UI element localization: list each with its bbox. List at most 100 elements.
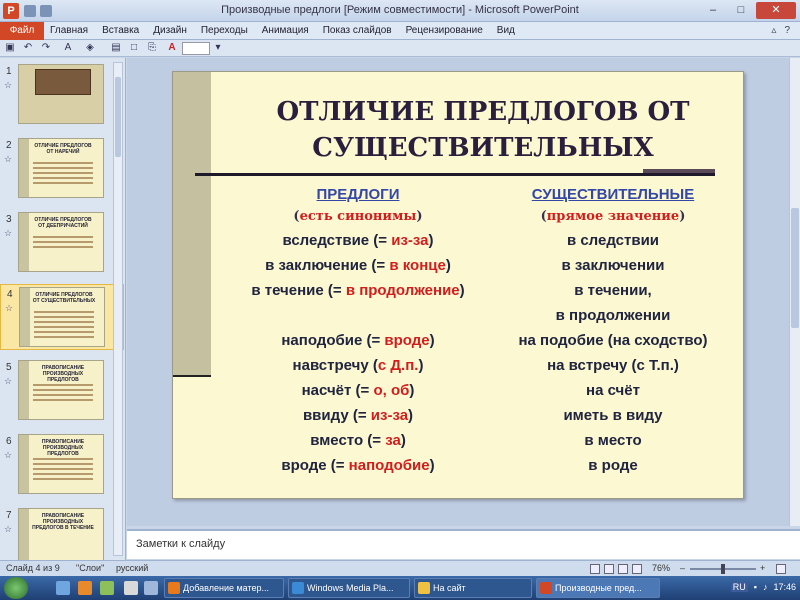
prepositions-subheader: (есть синонимы) bbox=[293, 209, 423, 224]
slide-canvas[interactable]: ОТЛИЧИЕ ПРЕДЛОГОВ ОТ СУЩЕСТВИТЕЛЬНЫХ ПРЕ… bbox=[172, 71, 744, 499]
thumbnail-number: 4 bbox=[7, 289, 13, 300]
media-icon[interactable] bbox=[78, 581, 92, 595]
slide-thumbnail-1[interactable]: 1 ☆ bbox=[0, 62, 124, 128]
tab-slideshow[interactable]: Показ слайдов bbox=[323, 25, 392, 36]
prepositions-column[interactable]: ПРЕДЛОГИ (есть синонимы) вследствие (= и… bbox=[218, 184, 498, 478]
thumbnail-title: ПРАВОПИСАНИЕ ПРОИЗВОДНЫХ ПРЕДЛОГОВ В ТЕЧ… bbox=[32, 513, 94, 531]
thumbnail-number: 3 bbox=[6, 214, 12, 225]
noun-row: в течении, bbox=[574, 282, 652, 299]
font-size-increase-icon[interactable]: A bbox=[62, 42, 74, 54]
title-bar: P Производные предлоги [Режим совместимо… bbox=[0, 0, 800, 22]
slide-title-line-1: ОТЛИЧИЕ ПРЕДЛОГОВ ОТ bbox=[276, 97, 690, 127]
zoom-in-button[interactable]: + bbox=[760, 563, 765, 573]
network-icon[interactable]: ▪ bbox=[754, 582, 757, 592]
thumbnail-number: 2 bbox=[6, 140, 12, 151]
ribbon-tab-bar: Файл Главная Вставка Дизайн Переходы Ани… bbox=[0, 22, 800, 40]
shape-icon[interactable]: □ bbox=[128, 42, 140, 54]
nouns-header: СУЩЕСТВИТЕЛЬНЫЕ bbox=[531, 186, 695, 203]
taskbar-task-active[interactable]: Производные пред... bbox=[536, 578, 660, 598]
animation-star-icon: ☆ bbox=[4, 524, 13, 534]
slide-thumbnail-6[interactable]: 6 ☆ ПРАВОПИСАНИЕ ПРОИЗВОДНЫХ ПРЕДЛОГОВ bbox=[0, 432, 124, 498]
thumbnail-title: ОТЛИЧИЕ ПРЕДЛОГОВ ОТ ДЕЕПРИЧАСТИЙ bbox=[34, 217, 92, 229]
explorer-icon[interactable] bbox=[56, 581, 70, 595]
zoom-slider-thumb[interactable] bbox=[721, 564, 725, 574]
notes-pane[interactable]: Заметки к слайду bbox=[127, 529, 800, 559]
taskbar-task[interactable]: Windows Media Pla... bbox=[288, 578, 410, 598]
clock[interactable]: 17:46 bbox=[773, 582, 796, 592]
slide-sorter-icon[interactable] bbox=[604, 564, 614, 574]
font-size-field[interactable] bbox=[182, 42, 210, 55]
copy-icon[interactable]: ⎘ bbox=[146, 42, 158, 54]
zoom-out-button[interactable]: – bbox=[680, 563, 685, 573]
preposition-row: вместо (= за) bbox=[310, 432, 406, 449]
noun-row: иметь в виду bbox=[563, 407, 663, 424]
title-underline bbox=[195, 173, 715, 176]
undo-icon[interactable]: ↶ bbox=[22, 42, 34, 54]
maximize-button[interactable]: □ bbox=[728, 2, 754, 19]
preposition-row: в течение (= в продолжение) bbox=[251, 282, 465, 299]
volume-icon[interactable]: ♪ bbox=[763, 582, 768, 592]
minimize-button[interactable]: – bbox=[700, 2, 726, 19]
thumbnail-number: 6 bbox=[6, 436, 12, 447]
noun-row: в заключении bbox=[561, 257, 665, 274]
slide-thumbnail-4[interactable]: 4 ☆ ОТЛИЧИЕ ПРЕДЛОГОВ ОТ СУЩЕСТВИТЕЛЬНЫХ bbox=[0, 284, 124, 350]
animation-star-icon: ☆ bbox=[4, 450, 13, 460]
font-color-icon[interactable]: A bbox=[166, 42, 178, 54]
preposition-row: вроде (= наподобие) bbox=[281, 457, 435, 474]
slide-title[interactable]: ОТЛИЧИЕ ПРЕДЛОГОВ ОТ СУЩЕСТВИТЕЛЬНЫХ bbox=[233, 94, 733, 166]
thumbnails-scrollbar[interactable] bbox=[113, 62, 123, 556]
redo-icon[interactable]: ↷ bbox=[40, 42, 52, 54]
noun-row: в продолжении bbox=[555, 307, 671, 324]
new-slide-icon[interactable]: ▤ bbox=[110, 42, 122, 54]
tab-animation[interactable]: Анимация bbox=[262, 25, 309, 36]
browser-icon[interactable] bbox=[100, 581, 114, 595]
nouns-column[interactable]: СУЩЕСТВИТЕЛЬНЫЕ (прямое значение) в след… bbox=[473, 184, 753, 478]
animation-star-icon: ☆ bbox=[4, 228, 13, 238]
language-indicator[interactable]: русский bbox=[116, 563, 148, 573]
preposition-row: в заключение (= в конце) bbox=[265, 257, 451, 274]
tab-home[interactable]: Главная bbox=[50, 25, 88, 36]
taskbar: Добавление матер... Windows Media Pla...… bbox=[0, 576, 800, 600]
animation-star-icon: ☆ bbox=[4, 376, 13, 386]
slide-thumbnail-3[interactable]: 3 ☆ ОТЛИЧИЕ ПРЕДЛОГОВ ОТ ДЕЕПРИЧАСТИЙ bbox=[0, 210, 124, 276]
preposition-row-spacer bbox=[218, 303, 498, 328]
tab-review[interactable]: Рецензирование bbox=[406, 25, 483, 36]
preposition-row: вследствие (= из-за) bbox=[282, 232, 434, 249]
normal-view-icon[interactable] bbox=[590, 564, 600, 574]
app-icon[interactable] bbox=[144, 581, 158, 595]
slide-thumbnail-2[interactable]: 2 ☆ ОТЛИЧИЕ ПРЕДЛОГОВ ОТ НАРЕЧИЙ bbox=[0, 136, 124, 202]
ribbon-minimize-icon[interactable]: ▵ bbox=[771, 25, 776, 36]
zoom-percent[interactable]: 76% bbox=[652, 563, 670, 573]
slide-counter: Слайд 4 из 9 bbox=[6, 563, 60, 573]
noun-row: в следствии bbox=[566, 232, 660, 249]
slide-editor: ОТЛИЧИЕ ПРЕДЛОГОВ ОТ СУЩЕСТВИТЕЛЬНЫХ ПРЕ… bbox=[127, 58, 789, 526]
editor-scrollbar[interactable] bbox=[789, 58, 800, 526]
tab-insert[interactable]: Вставка bbox=[102, 25, 139, 36]
preposition-row: ввиду (= из-за) bbox=[302, 407, 414, 424]
tab-view[interactable]: Вид bbox=[497, 25, 515, 36]
slideshow-view-icon[interactable] bbox=[632, 564, 642, 574]
thumbnail-title: ОТЛИЧИЕ ПРЕДЛОГОВ ОТ СУЩЕСТВИТЕЛЬНЫХ bbox=[32, 292, 96, 304]
paint-bucket-icon[interactable]: ◈ bbox=[84, 42, 96, 54]
save-icon[interactable]: ▣ bbox=[4, 42, 16, 54]
dropdown-arrow-icon[interactable]: ▾ bbox=[212, 42, 224, 54]
close-button[interactable]: ✕ bbox=[756, 2, 796, 19]
noun-row: на встречу (с Т.п.) bbox=[547, 357, 679, 374]
fit-slide-icon[interactable] bbox=[776, 564, 786, 574]
help-icon[interactable]: ? bbox=[784, 25, 790, 36]
preposition-row: наподобие (= вроде) bbox=[281, 332, 435, 349]
thumbnail-number: 5 bbox=[6, 362, 12, 373]
tab-file[interactable]: Файл bbox=[0, 22, 44, 40]
app-icon[interactable] bbox=[124, 581, 138, 595]
start-button[interactable] bbox=[4, 577, 28, 599]
taskbar-task[interactable]: Добавление матер... bbox=[164, 578, 284, 598]
taskbar-task[interactable]: На сайт bbox=[414, 578, 532, 598]
tab-design[interactable]: Дизайн bbox=[153, 25, 187, 36]
nouns-subheader: (прямое значение) bbox=[540, 209, 686, 224]
keyboard-language[interactable]: RU bbox=[730, 582, 748, 592]
reading-view-icon[interactable] bbox=[618, 564, 628, 574]
tab-transitions[interactable]: Переходы bbox=[201, 25, 248, 36]
noun-row: на счёт bbox=[586, 382, 640, 399]
slide-thumbnail-5[interactable]: 5 ☆ ПРАВОПИСАНИЕ ПРОИЗВОДНЫХ ПРЕДЛОГОВ bbox=[0, 358, 124, 424]
thumbnail-title: ОТЛИЧИЕ ПРЕДЛОГОВ ОТ НАРЕЧИЙ bbox=[34, 143, 92, 155]
